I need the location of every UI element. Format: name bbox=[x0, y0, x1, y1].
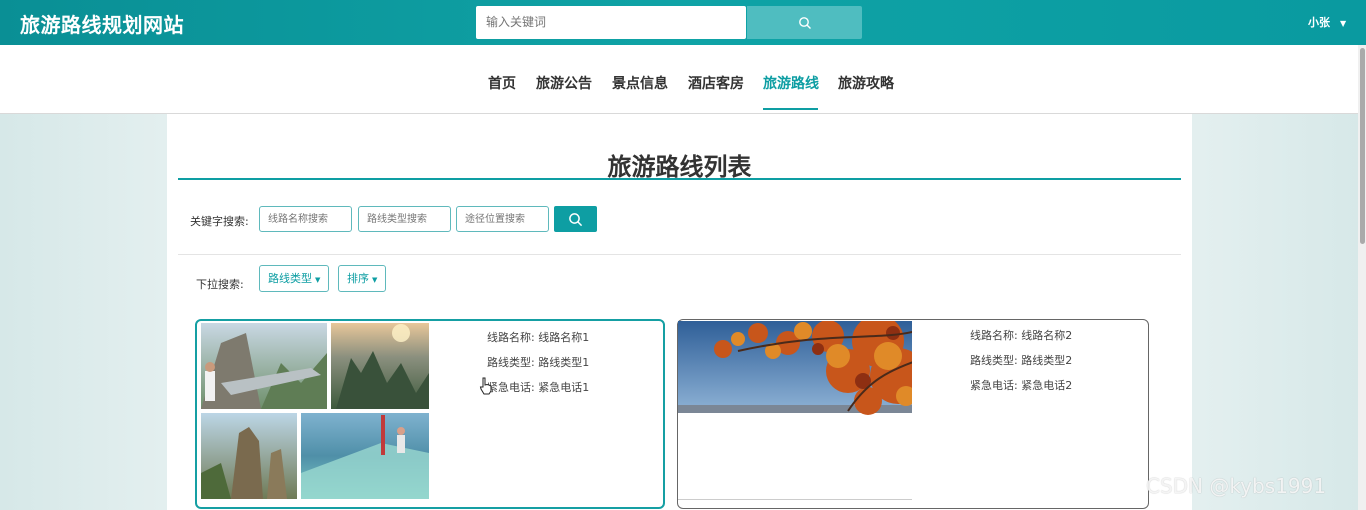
route-name-search-input[interactable] bbox=[259, 206, 352, 232]
nav-item-announcements[interactable]: 旅游公告 bbox=[536, 73, 592, 93]
field-value: 线路名称1 bbox=[538, 331, 590, 344]
nav-item-home[interactable]: 首页 bbox=[488, 73, 516, 93]
chevron-down-icon: ▼ bbox=[372, 276, 378, 284]
route-type-field: 路线类型: 路线类型1 bbox=[487, 354, 589, 370]
route-card[interactable]: 线路名称: 线路名称1 路线类型: 路线类型1 紧急电话: 紧急电话1 bbox=[195, 319, 665, 509]
field-label: 线路名称: bbox=[970, 329, 1018, 342]
field-label: 路线类型: bbox=[487, 356, 535, 369]
scrollbar-thumb[interactable] bbox=[1360, 48, 1365, 244]
field-value: 路线类型2 bbox=[1021, 354, 1073, 367]
active-nav-indicator bbox=[763, 108, 818, 110]
global-search-input[interactable] bbox=[476, 6, 746, 39]
field-value: 线路名称2 bbox=[1021, 329, 1073, 342]
route-photo-collage[interactable] bbox=[201, 323, 435, 499]
chevron-down-icon: ▼ bbox=[315, 276, 321, 284]
user-menu[interactable]: 小张 ▼ bbox=[1308, 14, 1346, 30]
search-icon bbox=[569, 212, 583, 226]
route-type-search-input[interactable] bbox=[358, 206, 451, 232]
route-card[interactable]: 线路名称: 线路名称2 路线类型: 路线类型2 紧急电话: 紧急电话2 bbox=[677, 319, 1149, 509]
sort-dropdown[interactable]: 排序 ▼ bbox=[338, 265, 387, 292]
sort-dropdown-label: 排序 bbox=[347, 272, 369, 285]
field-value: 紧急电话2 bbox=[1021, 379, 1073, 392]
nav-item-guides[interactable]: 旅游攻略 bbox=[838, 73, 894, 93]
user-name: 小张 bbox=[1308, 16, 1330, 29]
page-title: 旅游路线列表 bbox=[607, 153, 752, 181]
dropdown-search-label: 下拉搜索: bbox=[196, 278, 244, 291]
watermark: CSDN @kybs1991 bbox=[1146, 474, 1327, 498]
route-name-field: 线路名称: 线路名称1 bbox=[487, 329, 589, 345]
route-type-dropdown-label: 路线类型 bbox=[268, 272, 312, 285]
emergency-phone-field: 紧急电话: 紧急电话1 bbox=[487, 379, 589, 395]
field-label: 紧急电话: bbox=[970, 379, 1018, 392]
route-photo[interactable] bbox=[678, 321, 912, 500]
keyword-search-button[interactable] bbox=[554, 206, 597, 232]
title-divider bbox=[178, 178, 1181, 180]
top-header: 旅游路线规划网站 小张 ▼ bbox=[0, 0, 1366, 45]
keyword-search-label: 关键字搜索: bbox=[190, 215, 249, 228]
field-value: 路线类型1 bbox=[538, 356, 590, 369]
nav-item-hotel-rooms[interactable]: 酒店客房 bbox=[688, 73, 744, 93]
field-label: 线路名称: bbox=[487, 331, 535, 344]
site-title[interactable]: 旅游路线规划网站 bbox=[20, 9, 184, 38]
route-type-field: 路线类型: 路线类型2 bbox=[970, 352, 1072, 368]
route-name-field: 线路名称: 线路名称2 bbox=[970, 327, 1072, 343]
filter-divider bbox=[178, 254, 1181, 255]
route-type-dropdown[interactable]: 路线类型 ▼ bbox=[259, 265, 330, 292]
emergency-phone-field: 紧急电话: 紧急电话2 bbox=[970, 377, 1072, 393]
content-panel: 旅游路线列表 关键字搜索: 下拉搜索: 路线类型▼ 排序▼ bbox=[167, 114, 1192, 510]
chevron-down-icon: ▼ bbox=[1340, 19, 1347, 28]
global-search-button[interactable] bbox=[747, 6, 862, 39]
field-value: 紧急电话1 bbox=[538, 381, 590, 394]
main-nav: 首页 旅游公告 景点信息 酒店客房 旅游路线 旅游攻略 bbox=[0, 45, 1366, 114]
hand-cursor-icon bbox=[479, 377, 492, 395]
field-label: 路线类型: bbox=[970, 354, 1018, 367]
nav-item-routes[interactable]: 旅游路线 bbox=[763, 73, 819, 93]
search-icon bbox=[798, 16, 811, 29]
field-label: 紧急电话: bbox=[487, 381, 535, 394]
nav-item-attractions[interactable]: 景点信息 bbox=[612, 73, 668, 93]
waypoint-search-input[interactable] bbox=[456, 206, 549, 232]
